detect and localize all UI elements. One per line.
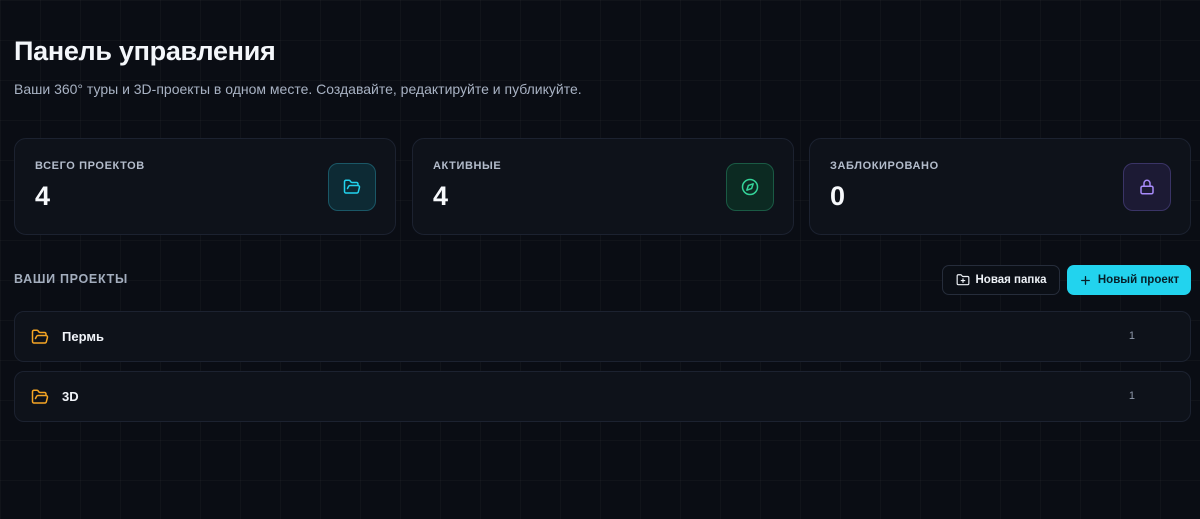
stat-value: 4 — [35, 181, 51, 211]
folder-icon — [31, 388, 49, 406]
plus-icon — [1079, 274, 1092, 287]
stat-label: АКТИВНЫЕ — [433, 160, 502, 172]
stat-label: ЗАБЛОКИРОВАНО — [830, 160, 939, 172]
stat-label: ВСЕГО ПРОЕКТОВ — [35, 160, 145, 172]
folder-row[interactable]: Пермь 1 — [14, 311, 1191, 362]
page-title: Панель управления — [14, 36, 276, 66]
folder-name: Пермь — [62, 329, 104, 344]
stat-value: 0 — [830, 181, 846, 211]
stat-value: 4 — [433, 181, 449, 211]
folder-plus-icon — [956, 273, 970, 287]
stat-card-total: ВСЕГО ПРОЕКТОВ 4 — [14, 138, 396, 235]
lock-icon — [1123, 163, 1171, 211]
new-folder-button[interactable]: Новая папка — [942, 265, 1060, 295]
folder-name: 3D — [62, 389, 79, 404]
stats-row: ВСЕГО ПРОЕКТОВ 4 АКТИВНЫЕ 4 ЗАБЛОКИРОВАН… — [14, 138, 1192, 235]
compass-icon — [726, 163, 774, 211]
section-title: ВАШИ ПРОЕКТЫ — [14, 272, 128, 286]
folder-open-icon — [328, 163, 376, 211]
new-project-label: Новый проект — [1097, 274, 1180, 286]
stat-card-active: АКТИВНЫЕ 4 — [412, 138, 794, 235]
new-project-button[interactable]: Новый проект — [1067, 265, 1191, 295]
stat-card-blocked: ЗАБЛОКИРОВАНО 0 — [809, 138, 1191, 235]
folder-icon — [31, 328, 49, 346]
folder-row[interactable]: 3D 1 — [14, 371, 1191, 422]
page-subtitle: Ваши 360° туры и 3D-проекты в одном мест… — [14, 81, 582, 97]
folder-count: 1 — [1128, 390, 1135, 402]
new-folder-label: Новая папка — [975, 274, 1047, 286]
folder-count: 1 — [1128, 330, 1135, 342]
